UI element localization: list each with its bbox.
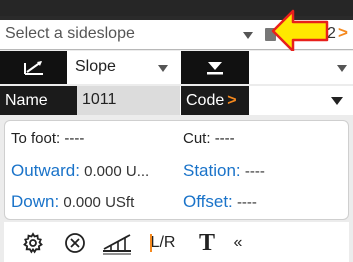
down-readout[interactable]: Down: 0.000 USft <box>11 192 134 212</box>
code-arrow: > <box>227 91 237 109</box>
outward-readout[interactable]: Outward: 0.000 U... <box>11 161 149 181</box>
collapse-toolbar-button[interactable]: « <box>230 230 246 256</box>
station-label: Station: <box>183 161 241 180</box>
offset-value: ---- <box>236 194 257 211</box>
collapse-icon: « <box>233 234 243 251</box>
offset-readout[interactable]: Offset: ---- <box>183 192 257 212</box>
sideslope-select-text: Select a sideslope <box>5 25 135 42</box>
code-button[interactable]: Code > <box>181 86 249 115</box>
station-readout[interactable]: Station: ---- <box>183 161 265 181</box>
cut-readout: Cut: ---- <box>183 130 235 147</box>
chevron-down-icon <box>158 65 168 72</box>
circle-x-icon <box>65 233 85 253</box>
slope-measure-button[interactable] <box>100 230 134 256</box>
down-value: 0.000 USft <box>63 194 135 211</box>
outward-value: 0.000 U... <box>84 163 150 180</box>
text-tool-button[interactable]: T <box>194 230 220 256</box>
slope-select-value: Slope <box>75 58 116 75</box>
gear-icon <box>23 232 43 254</box>
outward-label: Outward: <box>11 161 80 180</box>
slope-corner-icon <box>23 60 43 75</box>
name-label: Name <box>0 86 77 115</box>
chevron-down-icon <box>337 65 347 72</box>
chevron-down-icon <box>331 97 343 105</box>
next-page-button[interactable]: > <box>338 23 348 43</box>
slope-row: Slope <box>0 51 353 84</box>
cut-value: ---- <box>214 130 235 147</box>
name-field[interactable]: 1011 <box>77 86 180 115</box>
slope-select[interactable]: Slope <box>67 51 179 84</box>
direction-select[interactable] <box>249 51 353 84</box>
cancel-button[interactable] <box>62 230 88 256</box>
info-panel: To foot: ---- Cut: ---- Outward: 0.000 U… <box>4 120 349 220</box>
direction-icon-button[interactable] <box>181 51 249 84</box>
to-foot-value: ---- <box>64 130 85 147</box>
station-value: ---- <box>244 163 265 180</box>
name-code-row: Name 1011 Code > <box>0 86 353 115</box>
sideslope-select[interactable]: Select a sideslope <box>0 20 258 50</box>
to-foot-readout: To foot: ---- <box>11 130 84 147</box>
name-field-value: 1011 <box>82 91 117 108</box>
slope-measure-icon <box>103 234 131 255</box>
lr-accent-bar <box>150 234 152 252</box>
text-icon: T <box>198 229 215 256</box>
offset-label: Offset: <box>183 192 233 211</box>
code-label: Code <box>186 91 225 109</box>
code-select[interactable] <box>249 86 353 115</box>
settings-button[interactable] <box>20 230 46 256</box>
left-right-toggle[interactable]: L/R <box>148 230 178 256</box>
cut-label: Cut: <box>183 130 211 147</box>
lr-label: L/R <box>150 234 176 251</box>
to-foot-label: To foot: <box>11 130 61 147</box>
down-label: Down: <box>11 192 60 211</box>
slope-type-icon-button[interactable] <box>0 51 67 84</box>
arrow-down-bar-icon <box>207 61 223 74</box>
bottom-toolbar: L/R T « <box>4 222 349 262</box>
chevron-down-icon <box>243 32 253 39</box>
